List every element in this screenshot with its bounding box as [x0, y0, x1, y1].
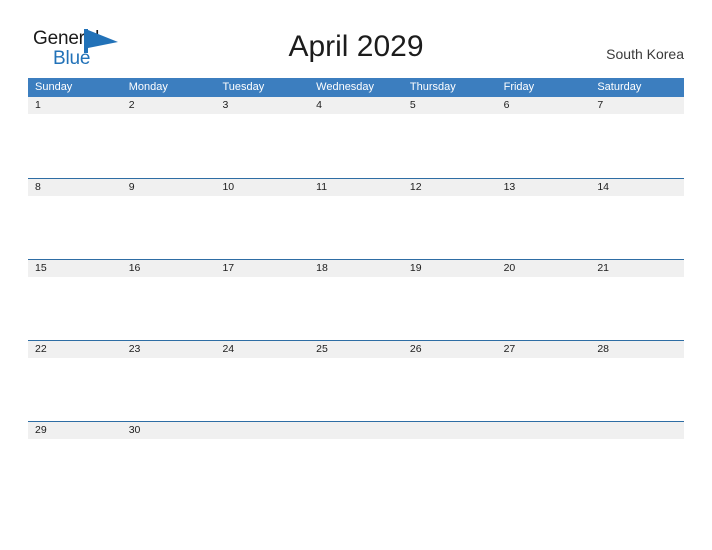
- day-cell[interactable]: [403, 358, 497, 421]
- day-number[interactable]: 15: [28, 260, 122, 277]
- day-cell[interactable]: [215, 115, 309, 178]
- week-cell-body: [28, 196, 684, 259]
- week-cell-body: [28, 115, 684, 178]
- day-header-wednesday: Wednesday: [316, 81, 375, 93]
- day-number[interactable]: 28: [590, 341, 684, 358]
- day-cell[interactable]: [497, 358, 591, 421]
- day-header-saturday: Saturday: [597, 81, 642, 93]
- date-number-band: 8 9 10 11 12 13 14: [28, 179, 684, 196]
- day-number: [497, 422, 591, 439]
- week-row: 15 16 17 18 19 20 21: [28, 259, 684, 340]
- day-cell[interactable]: [403, 115, 497, 178]
- region-label: South Korea: [606, 46, 684, 62]
- date-number-band: 22 23 24 25 26 27 28: [28, 341, 684, 358]
- day-cell: [497, 439, 591, 502]
- day-number[interactable]: 8: [28, 179, 122, 196]
- day-cell[interactable]: [497, 196, 591, 259]
- week-cell-body: [28, 439, 684, 502]
- week-cell-body: [28, 358, 684, 421]
- day-number[interactable]: 21: [590, 260, 684, 277]
- day-cell[interactable]: [215, 196, 309, 259]
- day-number[interactable]: 26: [403, 341, 497, 358]
- day-number[interactable]: 2: [122, 97, 216, 114]
- calendar-grid: Sunday Monday Tuesday Wednesday Thursday…: [28, 78, 684, 502]
- day-cell[interactable]: [590, 277, 684, 340]
- day-number[interactable]: 27: [497, 341, 591, 358]
- week-row: 22 23 24 25 26 27 28: [28, 340, 684, 421]
- day-number[interactable]: 1: [28, 97, 122, 114]
- day-number[interactable]: 17: [215, 260, 309, 277]
- day-number[interactable]: 29: [28, 422, 122, 439]
- day-cell[interactable]: [28, 196, 122, 259]
- day-cell[interactable]: [590, 115, 684, 178]
- day-cell: [590, 439, 684, 502]
- day-number[interactable]: 19: [403, 260, 497, 277]
- day-cell[interactable]: [309, 196, 403, 259]
- day-cell: [215, 439, 309, 502]
- day-number[interactable]: 13: [497, 179, 591, 196]
- week-row: 8 9 10 11 12 13 14: [28, 178, 684, 259]
- day-number[interactable]: 7: [590, 97, 684, 114]
- day-cell[interactable]: [309, 115, 403, 178]
- date-number-band: 15 16 17 18 19 20 21: [28, 260, 684, 277]
- day-cell[interactable]: [122, 439, 216, 502]
- day-header-monday: Monday: [128, 81, 168, 93]
- day-number[interactable]: 4: [309, 97, 403, 114]
- day-cell: [309, 439, 403, 502]
- day-cell[interactable]: [122, 196, 216, 259]
- day-number: [309, 422, 403, 439]
- day-number[interactable]: 11: [309, 179, 403, 196]
- day-header-thursday: Thursday: [409, 81, 456, 93]
- day-cell[interactable]: [309, 277, 403, 340]
- date-number-band: 1 2 3 4 5 6 7: [28, 97, 684, 114]
- day-cell[interactable]: [309, 358, 403, 421]
- day-cell[interactable]: [497, 115, 591, 178]
- day-number[interactable]: 18: [309, 260, 403, 277]
- day-number[interactable]: 5: [403, 97, 497, 114]
- day-number[interactable]: 22: [28, 341, 122, 358]
- page-header: General Blue April 2029 South Korea: [0, 0, 712, 76]
- day-cell[interactable]: [28, 439, 122, 502]
- day-number[interactable]: 6: [497, 97, 591, 114]
- day-header-friday: Friday: [503, 81, 535, 93]
- day-header-tuesday: Tuesday: [222, 81, 265, 93]
- day-cell[interactable]: [215, 358, 309, 421]
- day-cell[interactable]: [122, 115, 216, 178]
- day-number[interactable]: 16: [122, 260, 216, 277]
- day-cell[interactable]: [403, 196, 497, 259]
- day-cell[interactable]: [122, 358, 216, 421]
- day-cell[interactable]: [215, 277, 309, 340]
- day-number[interactable]: 20: [497, 260, 591, 277]
- day-cell[interactable]: [28, 115, 122, 178]
- day-header-sunday: Sunday: [35, 81, 73, 93]
- day-cell[interactable]: [28, 358, 122, 421]
- day-number[interactable]: 23: [122, 341, 216, 358]
- day-number: [590, 422, 684, 439]
- day-number[interactable]: 24: [215, 341, 309, 358]
- day-number[interactable]: 25: [309, 341, 403, 358]
- week-cell-body: [28, 277, 684, 340]
- calendar-page: General Blue April 2029 South Korea Sund…: [0, 0, 712, 550]
- day-cell[interactable]: [590, 196, 684, 259]
- day-cell[interactable]: [497, 277, 591, 340]
- date-number-band: 29 30: [28, 422, 684, 439]
- day-number[interactable]: 10: [215, 179, 309, 196]
- day-number[interactable]: 30: [122, 422, 216, 439]
- day-number[interactable]: 12: [403, 179, 497, 196]
- day-header-row: Sunday Monday Tuesday Wednesday Thursday…: [28, 78, 684, 97]
- day-number[interactable]: 14: [590, 179, 684, 196]
- day-cell[interactable]: [590, 358, 684, 421]
- day-number: [215, 422, 309, 439]
- day-cell: [403, 439, 497, 502]
- day-cell[interactable]: [28, 277, 122, 340]
- day-number[interactable]: 9: [122, 179, 216, 196]
- day-number[interactable]: 3: [215, 97, 309, 114]
- week-row: 29 30: [28, 421, 684, 502]
- day-cell[interactable]: [122, 277, 216, 340]
- day-number: [403, 422, 497, 439]
- day-cell[interactable]: [403, 277, 497, 340]
- week-row: 1 2 3 4 5 6 7: [28, 97, 684, 178]
